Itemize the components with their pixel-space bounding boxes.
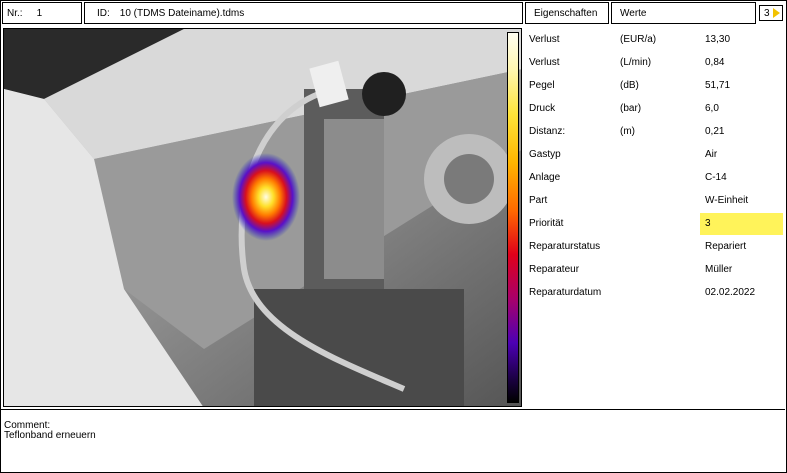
property-key: Reparaturdatum [529, 287, 602, 298]
property-unit: (bar) [620, 103, 642, 114]
property-row: Reparaturstatus Repariert [525, 236, 783, 258]
property-unit: (L/min) [620, 57, 652, 68]
chevron-right-icon [773, 8, 780, 18]
property-row: Priorität 3 [525, 213, 783, 235]
comment-section: Comment: Teflonband erneuern [0, 409, 785, 471]
id-label: ID: [97, 7, 110, 19]
property-row: Part W-Einheit [525, 190, 783, 212]
property-value: W-Einheit [705, 195, 749, 206]
property-key: Reparaturstatus [529, 241, 601, 252]
color-scale-bar [507, 32, 519, 403]
property-value: Müller [705, 264, 733, 275]
tab-properties[interactable]: Eigenschaften [525, 2, 609, 24]
property-key: Part [529, 195, 548, 206]
property-key: Priorität [529, 218, 564, 229]
property-row: Gastyp Air [525, 144, 783, 166]
property-value: 13,30 [705, 34, 731, 45]
nr-cell: Nr.: 1 [2, 2, 82, 24]
property-key: Verlust [529, 34, 560, 45]
camera-photo [4, 29, 521, 406]
property-row: Pegel (dB) 51,71 [525, 75, 783, 97]
property-key: Distanz: [529, 126, 566, 137]
properties-panel: Verlust (EUR/a) 13,30 Verlust (L/min) 0,84 Peg… [525, 28, 783, 408]
leak-hotspot [232, 153, 300, 241]
id-cell: ID: 10 (TDMS Dateiname).tdms [84, 2, 523, 24]
page-indicator-button[interactable]: 3 [759, 5, 783, 21]
property-key: Anlage [529, 172, 561, 183]
property-value: 0,21 [705, 126, 725, 137]
property-value: Repariert [705, 241, 747, 252]
property-row: Reparateur Müller [525, 259, 783, 281]
property-key: Gastyp [529, 149, 561, 160]
property-unit: (dB) [620, 80, 639, 91]
property-value: 6,0 [705, 103, 719, 114]
acoustic-image [3, 28, 522, 407]
property-key: Verlust [529, 57, 560, 68]
property-value: 51,71 [705, 80, 731, 91]
property-row: Druck (bar) 6,0 [525, 98, 783, 120]
property-unit: (EUR/a) [620, 34, 657, 45]
tab-properties-label: Eigenschaften [534, 7, 598, 19]
property-value: 02.02.2022 [705, 287, 756, 298]
nr-value: 1 [36, 7, 43, 19]
property-row: Distanz: (m) 0,21 [525, 121, 783, 143]
page-number: 3 [764, 7, 770, 19]
property-row: Reparaturdatum 02.02.2022 [525, 282, 783, 304]
property-key: Druck [529, 103, 556, 114]
property-value: Air [705, 149, 718, 160]
property-row: Verlust (L/min) 0,84 [525, 52, 783, 74]
property-key: Reparateur [529, 264, 580, 275]
property-value: 3 [705, 218, 711, 229]
comment-text: Teflonband erneuern [4, 430, 96, 441]
id-value: 10 (TDMS Dateiname).tdms [119, 7, 245, 19]
property-unit: (m) [620, 126, 635, 137]
tab-values[interactable]: Werte [611, 2, 756, 24]
property-key: Pegel [529, 80, 555, 91]
nr-label: Nr.: [7, 7, 23, 19]
property-row: Anlage C-14 [525, 167, 783, 189]
property-value: C-14 [705, 172, 727, 183]
property-row: Verlust (EUR/a) 13,30 [525, 29, 783, 51]
property-value: 0,84 [705, 57, 725, 68]
priority-highlight [700, 213, 783, 235]
tab-values-label: Werte [620, 7, 647, 19]
